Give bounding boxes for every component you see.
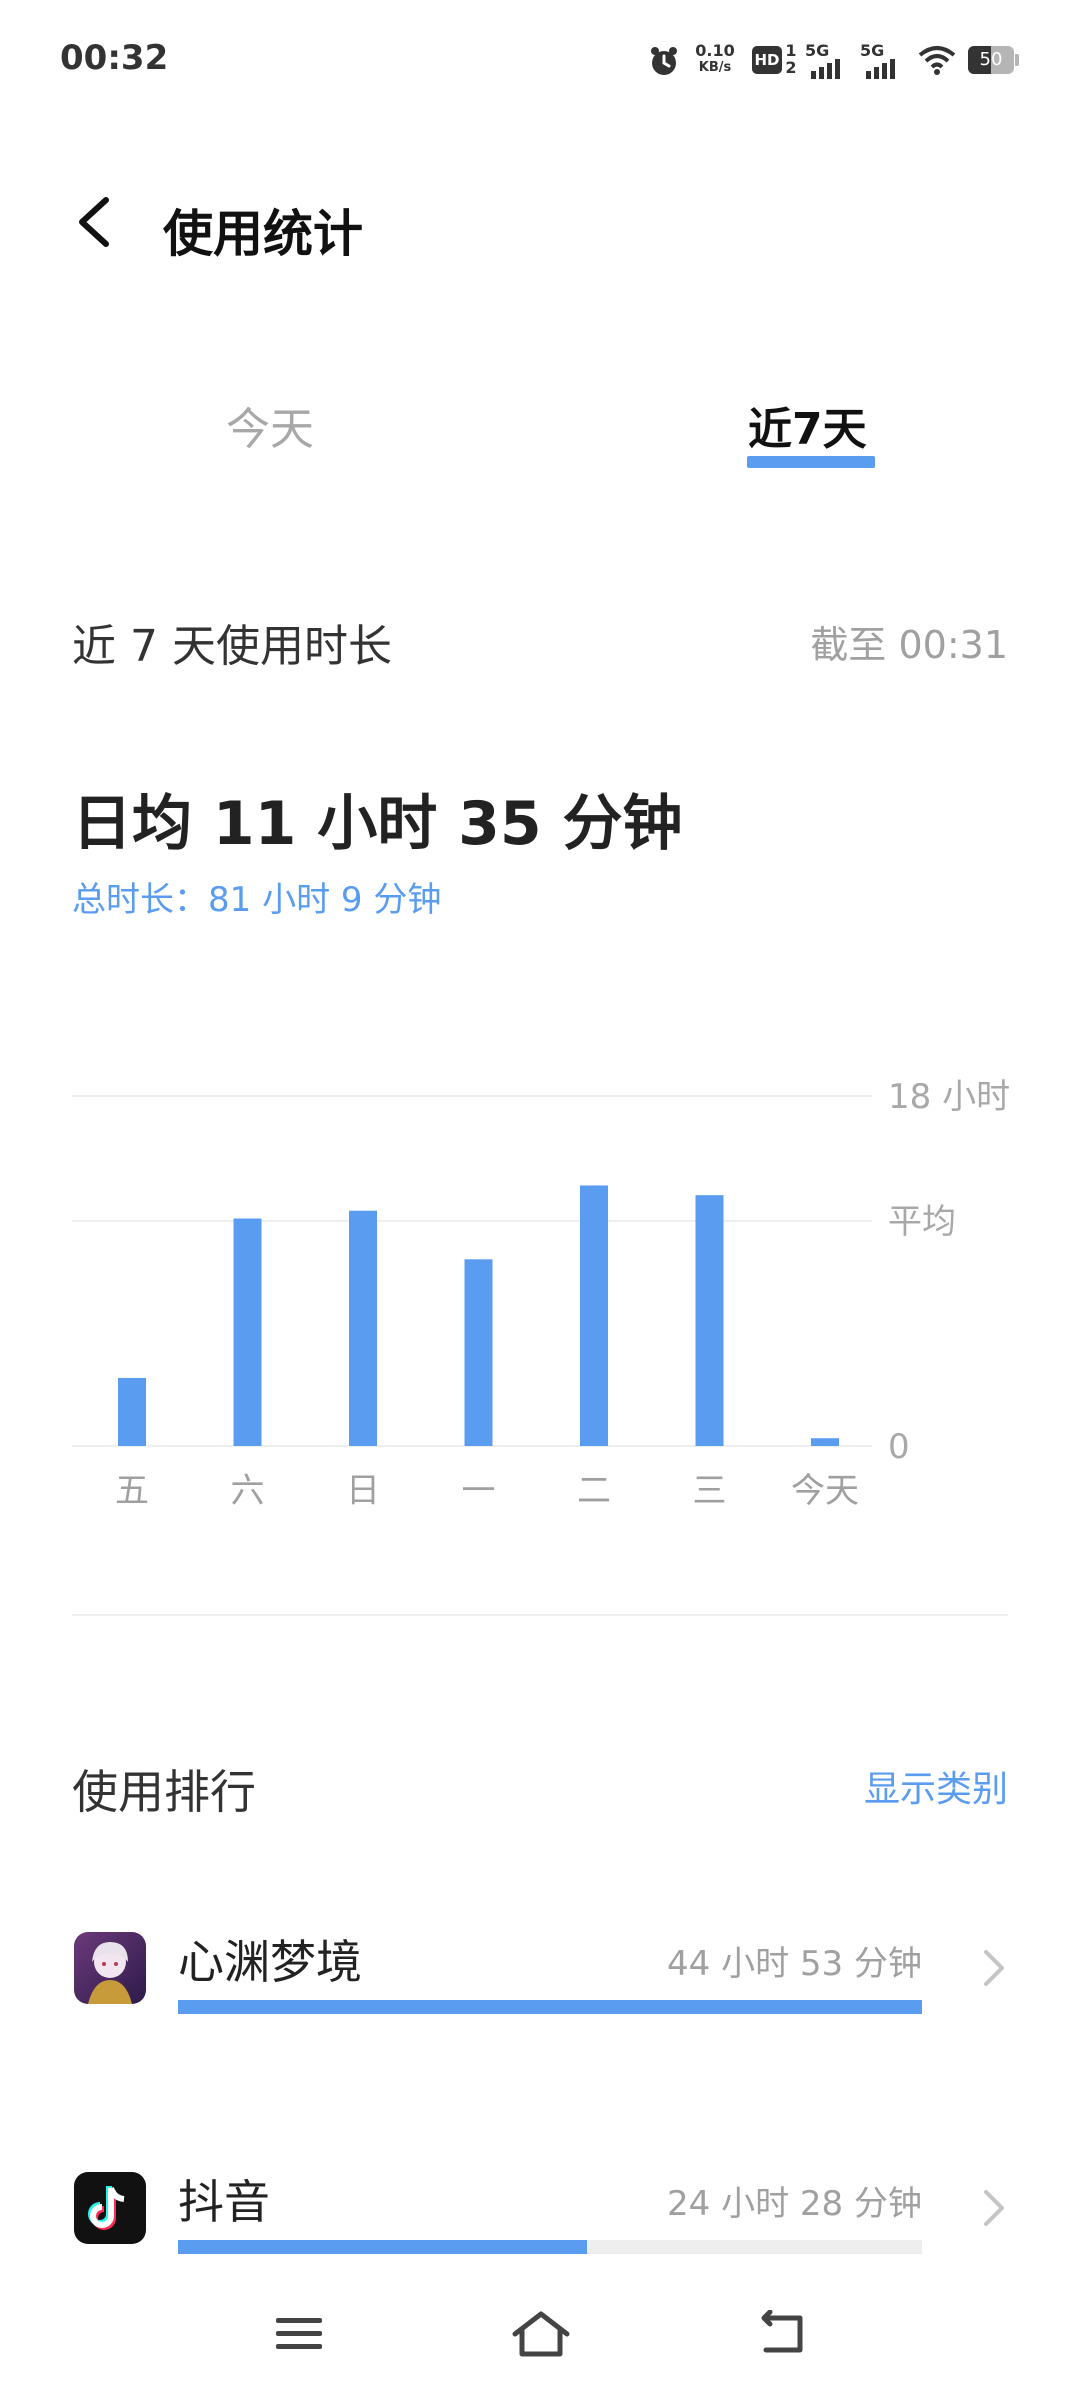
chart-bar-2 — [349, 1210, 377, 1446]
app-icon-xinyuan — [74, 1932, 146, 2004]
signal-1-label: 5G — [805, 41, 830, 60]
signal-bars-icon — [811, 59, 840, 79]
app-usage-fill — [178, 2000, 922, 2014]
x-tick-label: 一 — [462, 1471, 496, 1511]
chart-bar-4 — [580, 1185, 608, 1446]
ranking-title: 使用排行 — [72, 1765, 256, 1819]
chart-bar-1 — [233, 1218, 262, 1446]
tab-active-indicator — [747, 456, 875, 468]
app-usage-time: 44 小时 53 分钟 — [667, 1944, 922, 1984]
chevron-left-icon — [79, 197, 109, 247]
app-usage-fill — [178, 2240, 588, 2254]
show-category-button[interactable]: 显示类别 — [864, 1760, 1008, 1812]
app-name: 心渊梦境 — [178, 1935, 362, 1989]
home-icon[interactable] — [510, 2310, 572, 2362]
sim-indicator: 1 2 — [784, 42, 798, 76]
back-button[interactable] — [66, 192, 126, 252]
x-tick-label: 三 — [693, 1471, 727, 1511]
app-usage-bar — [178, 2000, 922, 2014]
back-icon[interactable] — [756, 2310, 810, 2358]
tab-7-days[interactable]: 近7天 — [748, 393, 867, 457]
usage-section-title: 近 7 天使用时长 — [72, 621, 392, 672]
app-row-douyin[interactable]: 抖音 24 小时 28 分钟 — [0, 2140, 1080, 2280]
hd-badge: HD — [752, 46, 782, 74]
chart-bar-0 — [118, 1377, 146, 1446]
anime-avatar-icon — [88, 1942, 132, 2004]
wifi-icon — [918, 46, 956, 75]
chevron-right-icon — [984, 1950, 1004, 1986]
section-divider — [72, 1614, 1008, 1616]
battery-icon: 50 — [968, 46, 1019, 74]
x-tick-label: 六 — [231, 1471, 265, 1511]
usage-bar-chart: 18 小时 平均 0 五 六 日 一 二 三 今天 — [72, 1077, 1010, 1511]
y-tick-zero: 0 — [888, 1427, 910, 1467]
alarm-icon — [651, 47, 677, 75]
chart-bar-3 — [464, 1259, 493, 1446]
chevron-right-icon — [984, 2190, 1004, 2226]
sim1-label: 1 — [785, 41, 797, 60]
y-tick-average: 平均 — [888, 1202, 956, 1242]
app-usage-bar — [178, 2240, 922, 2254]
tab-today[interactable]: 今天 — [226, 393, 314, 457]
network-speed-unit: KB/s — [698, 60, 732, 75]
signal-2-label: 5G — [860, 41, 885, 60]
status-time: 00:32 — [60, 38, 169, 78]
x-tick-label: 五 — [115, 1471, 149, 1511]
page-title: 使用统计 — [163, 205, 363, 263]
x-tick-label: 日 — [346, 1471, 380, 1511]
network-speed: 0.10 KB/s — [690, 42, 740, 76]
sim2-label: 2 — [785, 58, 797, 77]
menu-icon[interactable] — [274, 2310, 326, 2358]
battery-level: 50 — [979, 49, 1003, 70]
signal-2: 5G — [860, 42, 900, 83]
chart-bar-6 — [811, 1438, 839, 1446]
app-usage-time: 24 小时 28 分钟 — [667, 2184, 922, 2224]
app-icon-douyin — [74, 2172, 146, 2244]
chart-bar-5 — [695, 1195, 724, 1446]
app-row-xinyuan[interactable]: 心渊梦境 44 小时 53 分钟 — [0, 1900, 1080, 2040]
signal-1: 5G — [805, 42, 845, 83]
total-duration: 总时长：81 小时 9 分钟 — [72, 880, 442, 920]
daily-average: 日均 11 小时 35 分钟 — [72, 789, 683, 859]
app-name: 抖音 — [178, 2175, 270, 2229]
y-tick-top: 18 小时 — [888, 1077, 1010, 1117]
x-tick-label: 二 — [577, 1471, 611, 1511]
signal-bars-icon — [866, 59, 895, 79]
x-tick-label: 今天 — [791, 1471, 859, 1511]
network-speed-value: 0.10 — [695, 41, 735, 60]
tiktok-note-icon — [88, 2186, 125, 2230]
cutoff-time: 截至 00:31 — [810, 623, 1008, 667]
